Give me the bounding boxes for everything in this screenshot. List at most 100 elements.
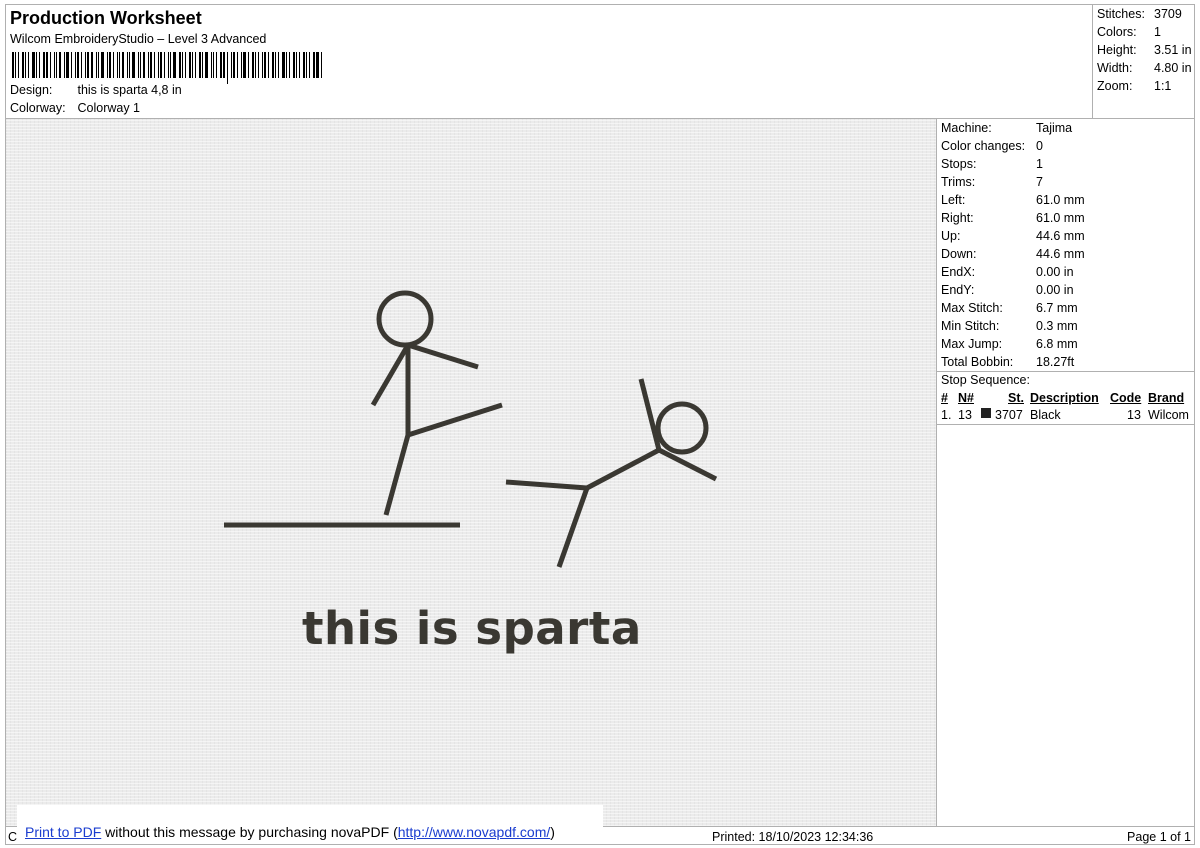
stat-label: Left: — [941, 193, 966, 207]
col-code: Code — [1110, 391, 1142, 405]
stat-value: 0.00 in — [1036, 283, 1074, 297]
page-title: Production Worksheet — [10, 8, 202, 28]
summary-row: Height: 3.51 in — [1097, 43, 1192, 57]
barcode-bar — [189, 52, 191, 78]
stat-row: EndY: 0.00 in — [941, 283, 1074, 297]
col-description: Description — [1030, 391, 1099, 405]
barcode-bar — [195, 52, 196, 78]
stat-value: 0.00 in — [1036, 265, 1074, 279]
barcode-bar — [309, 52, 310, 78]
stat-row: Machine: Tajima — [941, 121, 1072, 135]
summary-row: Zoom: 1:1 — [1097, 79, 1171, 93]
colorway-row: Colorway: Colorway 1 — [10, 101, 140, 115]
barcode-bar — [286, 52, 287, 78]
stat-value: 6.8 mm — [1036, 337, 1078, 351]
colorway-value: Colorway 1 — [77, 101, 141, 115]
barcode-bar — [28, 52, 29, 78]
novapdf-banner: Print to PDF without this message by pur… — [17, 805, 603, 841]
barcode-bar — [39, 52, 40, 78]
stats-panel: Machine: Tajima Color changes: 0 Stops: 1 Trim… — [937, 119, 1195, 826]
summary-row: Colors: 1 — [1097, 25, 1161, 39]
kicker-arm — [370, 343, 411, 407]
barcode-bar — [216, 52, 217, 78]
stat-row: Down: 44.6 mm — [941, 247, 1085, 261]
barcode-bar — [248, 52, 249, 78]
barcode-bar — [64, 52, 65, 78]
barcode-bar — [150, 52, 152, 78]
col-brand: Brand — [1148, 391, 1185, 405]
barcode-bar — [306, 52, 307, 78]
printed-timestamp: Printed: 18/10/2023 12:34:36 — [712, 830, 874, 844]
barcode-bar — [299, 52, 300, 78]
stat-value: 0 — [1036, 139, 1043, 153]
kicker-head — [376, 290, 434, 348]
design-label: Design: — [10, 83, 53, 97]
stat-value: 7 — [1036, 175, 1043, 189]
stat-label: Min Stitch: — [941, 319, 1000, 333]
stat-label: EndY: — [941, 283, 975, 297]
barcode-bar — [46, 52, 48, 78]
stat-value: 1 — [1036, 157, 1043, 171]
barcode-bar — [98, 52, 99, 78]
barcode-bar — [220, 52, 222, 78]
design-value: this is sparta 4,8 in — [77, 83, 182, 97]
barcode-bar — [140, 52, 141, 78]
stat-row: Right: 61.0 mm — [941, 211, 1085, 225]
stop-sequence-header: # N# St. Description Code Brand — [937, 391, 1195, 407]
summary-label: Width: — [1097, 61, 1133, 75]
barcode-bar — [15, 52, 16, 78]
row-brand: Wilcom — [1148, 408, 1189, 422]
barcode-bar — [127, 52, 128, 78]
barcode-bar — [148, 52, 149, 78]
color-swatch — [981, 408, 991, 418]
victim-leg — [505, 479, 588, 491]
barcode-bar — [241, 52, 242, 78]
barcode-bar — [205, 52, 208, 78]
kicker-leg — [383, 434, 411, 516]
stop-sequence-divider — [937, 424, 1195, 425]
barcode-bar — [170, 52, 171, 78]
barcode-bar — [158, 52, 159, 78]
barcode-bar — [313, 52, 315, 78]
barcode-bar — [168, 52, 169, 78]
col-num: # — [941, 391, 948, 405]
barcode-bar — [18, 52, 19, 78]
barcode-bar — [81, 52, 82, 78]
stat-label: EndX: — [941, 265, 976, 279]
row-description: Black — [1030, 408, 1061, 422]
barcode-bar — [36, 52, 37, 78]
barcode-bar — [262, 52, 263, 78]
barcode-bar — [293, 52, 295, 78]
barcode-bar — [22, 52, 24, 78]
victim-arm — [638, 378, 662, 451]
novapdf-url-link[interactable]: http://www.novapdf.com/ — [398, 824, 551, 840]
summary-row: Width: 4.80 in — [1097, 61, 1192, 75]
print-to-pdf-link[interactable]: Print to PDF — [25, 824, 101, 840]
barcode-bar — [321, 52, 322, 78]
barcode-bar — [173, 52, 176, 78]
barcode-bar — [101, 52, 104, 78]
barcode-bar — [264, 52, 266, 78]
barcode-bar — [164, 52, 165, 78]
stat-row: Max Jump: 6.8 mm — [941, 337, 1078, 351]
stat-value: 44.6 mm — [1036, 229, 1085, 243]
barcode-bar — [132, 52, 135, 78]
barcode-bar — [231, 52, 232, 78]
stat-label: Color changes: — [941, 139, 1026, 153]
barcode-bar — [255, 52, 256, 78]
barcode-bar — [71, 52, 72, 78]
stats-divider — [937, 371, 1195, 372]
summary-label: Stitches: — [1097, 7, 1145, 21]
barcode-bar — [223, 52, 225, 78]
barcode-bar — [91, 52, 93, 78]
barcode-bar — [258, 52, 259, 78]
barcode-bar — [182, 52, 183, 78]
barcode-bar — [75, 52, 76, 78]
summary-row: Stitches: 3709 — [1097, 7, 1182, 21]
stat-label: Down: — [941, 247, 977, 261]
banner-end: ) — [550, 824, 555, 840]
barcode-bar — [143, 52, 145, 78]
design-preview: this is sparta — [6, 119, 937, 826]
stat-value: 61.0 mm — [1036, 211, 1085, 225]
barcode-bar — [202, 52, 203, 78]
